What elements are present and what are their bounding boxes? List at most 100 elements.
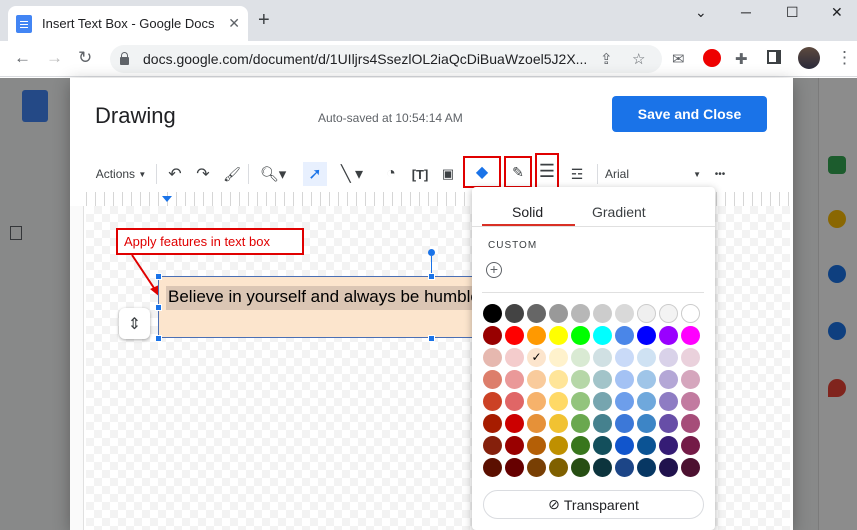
color-swatch[interactable] bbox=[571, 370, 590, 389]
color-swatch[interactable] bbox=[659, 458, 678, 477]
color-swatch-selected[interactable]: ✓ bbox=[527, 348, 546, 367]
color-swatch[interactable] bbox=[681, 348, 700, 367]
color-swatch[interactable] bbox=[527, 436, 546, 455]
extensions-puzzle-icon[interactable]: ✚ bbox=[735, 50, 748, 68]
color-swatch[interactable] bbox=[527, 326, 546, 345]
select-cursor-icon[interactable]: ➚ bbox=[303, 162, 327, 186]
color-swatch[interactable] bbox=[527, 304, 546, 323]
undo-icon[interactable]: ↶ bbox=[164, 162, 186, 186]
color-swatch[interactable] bbox=[637, 436, 656, 455]
color-swatch[interactable] bbox=[615, 326, 634, 345]
color-swatch[interactable] bbox=[571, 414, 590, 433]
color-swatch[interactable] bbox=[659, 436, 678, 455]
color-swatch[interactable] bbox=[637, 414, 656, 433]
color-swatch[interactable] bbox=[681, 304, 700, 323]
color-swatch[interactable] bbox=[549, 326, 568, 345]
color-swatch[interactable] bbox=[637, 304, 656, 323]
color-swatch[interactable] bbox=[659, 348, 678, 367]
color-swatch[interactable] bbox=[681, 392, 700, 411]
save-and-close-button[interactable]: Save and Close bbox=[612, 96, 767, 132]
tab-search-icon[interactable]: ⌄ bbox=[695, 4, 707, 21]
border-color-icon[interactable]: ✎ bbox=[504, 156, 532, 188]
color-swatch[interactable] bbox=[483, 414, 502, 433]
color-swatch[interactable] bbox=[483, 304, 502, 323]
color-swatch[interactable] bbox=[505, 348, 524, 367]
bookmark-star-icon[interactable]: ☆ bbox=[632, 50, 645, 68]
color-swatch[interactable] bbox=[659, 392, 678, 411]
tab-gradient[interactable]: Gradient bbox=[592, 204, 646, 220]
color-swatch[interactable] bbox=[505, 436, 524, 455]
mail-icon[interactable]: ✉ bbox=[672, 50, 685, 68]
color-swatch[interactable] bbox=[659, 304, 678, 323]
color-swatch[interactable] bbox=[571, 392, 590, 411]
color-swatch[interactable] bbox=[549, 392, 568, 411]
maximize-button[interactable]: ☐ bbox=[786, 4, 799, 21]
color-swatch[interactable] bbox=[505, 458, 524, 477]
reload-icon[interactable]: ↻ bbox=[78, 48, 92, 68]
window-close-button[interactable]: ✕ bbox=[831, 4, 843, 21]
resize-handle[interactable] bbox=[428, 273, 435, 280]
color-swatch[interactable] bbox=[593, 348, 612, 367]
line-tool-icon[interactable]: ╲ ▾ bbox=[333, 162, 371, 186]
border-weight-icon[interactable]: ☰ bbox=[535, 153, 559, 190]
color-swatch[interactable] bbox=[615, 348, 634, 367]
resize-handle[interactable] bbox=[155, 273, 162, 280]
color-swatch[interactable] bbox=[593, 392, 612, 411]
shape-tool-icon[interactable]: ◔ bbox=[380, 162, 402, 186]
share-icon[interactable]: ⇪ bbox=[600, 50, 613, 68]
color-swatch[interactable] bbox=[483, 326, 502, 345]
resize-handle[interactable] bbox=[155, 304, 162, 311]
color-swatch[interactable] bbox=[505, 414, 524, 433]
text-box-tool-icon[interactable]: [T] bbox=[408, 162, 432, 186]
border-dash-icon[interactable]: ☲ bbox=[566, 162, 588, 186]
color-swatch[interactable] bbox=[527, 458, 546, 477]
tab-close-icon[interactable]: ✕ bbox=[228, 15, 240, 32]
image-tool-icon[interactable]: ▣ bbox=[437, 162, 459, 186]
color-swatch[interactable] bbox=[571, 458, 590, 477]
color-swatch[interactable] bbox=[637, 348, 656, 367]
color-swatch[interactable] bbox=[593, 326, 612, 345]
fill-color-icon[interactable]: ◆ bbox=[463, 156, 501, 188]
rotation-handle[interactable] bbox=[428, 249, 435, 256]
add-custom-color-icon[interactable]: + bbox=[486, 262, 502, 278]
paint-format-icon[interactable]: 🖌 bbox=[221, 162, 243, 186]
color-swatch[interactable] bbox=[593, 458, 612, 477]
zoom-icon[interactable]: 🔍︎▾ bbox=[255, 162, 291, 186]
color-swatch[interactable] bbox=[505, 392, 524, 411]
more-options-icon[interactable]: ••• bbox=[706, 162, 734, 186]
color-swatch[interactable] bbox=[681, 370, 700, 389]
color-swatch[interactable] bbox=[637, 370, 656, 389]
tab-solid[interactable]: Solid bbox=[512, 204, 543, 220]
minimize-button[interactable]: ─ bbox=[741, 4, 751, 20]
color-swatch[interactable] bbox=[549, 436, 568, 455]
color-swatch[interactable] bbox=[549, 304, 568, 323]
color-swatch[interactable] bbox=[615, 414, 634, 433]
back-arrow-icon[interactable]: ← bbox=[14, 48, 31, 68]
color-swatch[interactable] bbox=[549, 348, 568, 367]
color-swatch[interactable] bbox=[505, 326, 524, 345]
color-swatch[interactable] bbox=[593, 436, 612, 455]
color-swatch[interactable] bbox=[681, 414, 700, 433]
color-swatch[interactable] bbox=[483, 348, 502, 367]
color-swatch[interactable] bbox=[637, 326, 656, 345]
color-swatch[interactable] bbox=[571, 436, 590, 455]
color-swatch[interactable] bbox=[593, 304, 612, 323]
color-swatch[interactable] bbox=[615, 304, 634, 323]
resize-handle[interactable] bbox=[428, 335, 435, 342]
color-swatch[interactable] bbox=[615, 458, 634, 477]
vertical-align-icon[interactable]: ⇕ bbox=[119, 308, 150, 339]
profile-avatar[interactable] bbox=[798, 47, 820, 69]
color-swatch[interactable] bbox=[571, 326, 590, 345]
actions-menu[interactable]: Actions ▼ bbox=[92, 162, 150, 186]
color-swatch[interactable] bbox=[571, 304, 590, 323]
extension-red-icon[interactable] bbox=[703, 49, 721, 67]
color-swatch[interactable] bbox=[637, 458, 656, 477]
browser-menu-icon[interactable]: ⋮ bbox=[836, 48, 853, 68]
transparent-button[interactable]: ⊘ Transparent bbox=[483, 490, 704, 519]
color-swatch[interactable] bbox=[527, 414, 546, 433]
color-swatch[interactable] bbox=[615, 370, 634, 389]
color-swatch[interactable] bbox=[483, 370, 502, 389]
redo-icon[interactable]: ↷ bbox=[192, 162, 214, 186]
color-swatch[interactable] bbox=[659, 414, 678, 433]
color-swatch[interactable] bbox=[483, 458, 502, 477]
